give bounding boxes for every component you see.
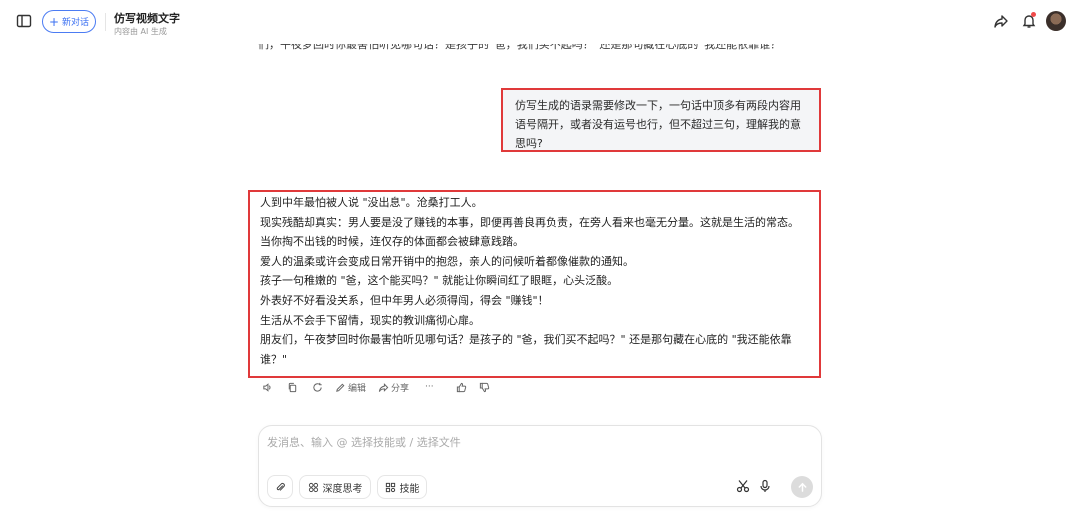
ai-response-line: 人到中年最怕被人说 "没出息"。沧桑打工人。 [260,196,483,209]
message-input[interactable] [267,436,787,449]
edit-icon [336,383,345,392]
chat-title: 仿写视频文字 [114,12,180,25]
notification-dot [1031,12,1036,17]
ai-response: 人到中年最怕被人说 "没出息"。沧桑打工人。 现实残酷却真实：男人要是没了赚钱的… [248,190,821,378]
thumbs-down-icon [479,382,489,392]
skills-button[interactable]: 技能 [377,475,427,499]
speaker-icon [263,382,271,392]
share-button[interactable]: 分享 [378,381,409,394]
edit-button[interactable]: 编辑 [335,381,366,394]
message-composer: 深度思考 技能 [258,425,822,507]
copy-button[interactable] [287,382,298,393]
ai-response-line: 谁？" [260,352,288,366]
read-aloud-button[interactable] [262,382,273,393]
header-divider [105,13,106,31]
ai-response-line: 爱人的温柔或许会变成日常开销中的抱怨，亲人的问候听着都像催款的通知。 [260,254,634,268]
refresh-icon [313,382,322,392]
attach-button[interactable] [267,475,293,499]
skills-label: 技能 [399,483,420,495]
atom-icon [308,482,318,492]
ai-response-line: 生活从不会手下留情，现实的教训痛彻心扉。 [260,313,480,327]
more-label: ··· [425,382,434,392]
top-bar: + 新对话 仿写视频文字 内容由 AI 生成 [0,0,1080,44]
share-label: 分享 [391,383,410,394]
chat-subtitle: 内容由 AI 生成 [114,27,167,36]
plus-icon: + [48,14,60,29]
send-button[interactable] [791,476,813,498]
like-button[interactable] [456,382,467,393]
ai-response-line: 朋友们，午夜梦回时你最害怕听见哪句话？是孩子的 "爸，我们买不起吗？" 还是那句… [260,333,792,347]
arrow-up-icon [798,482,806,492]
scissors-icon[interactable] [736,479,750,493]
user-message-bubble: 仿写生成的语录需要修改一下，一句话中顶多有两段内容用语号隔开，或者没有运号也行，… [501,88,821,152]
new-chat-label: 新对话 [62,18,90,28]
dislike-button[interactable] [479,382,490,393]
grid-icon [385,482,395,492]
deep-think-button[interactable]: 深度思考 [299,475,371,499]
share-icon [378,382,389,392]
deep-think-label: 深度思考 [322,483,363,495]
edit-label: 编辑 [348,383,367,394]
more-button[interactable]: ··· [425,382,434,392]
avatar[interactable] [1046,11,1066,31]
sidebar-toggle-icon[interactable] [16,13,32,29]
copy-icon [288,382,297,392]
thumbs-up-icon [456,382,466,392]
share-icon[interactable] [993,13,1009,29]
ai-response-line: 当你掏不出钱的时候，连仅存的体面都会被肆意践踏。 [260,235,524,249]
new-chat-button[interactable]: + 新对话 [42,10,96,33]
ai-response-line: 现实残酷却真实：男人要是没了赚钱的本事，即便再善良再负责，在旁人看来也毫无分量。… [260,215,799,229]
message-actions: 编辑 分享 ··· [262,380,490,394]
ai-response-line: 外表好不好看没关系，但中年男人必须得闯，得会 "赚钱"！ [260,293,549,307]
paperclip-icon [276,482,285,491]
microphone-icon[interactable] [758,479,772,493]
regenerate-button[interactable] [312,382,323,393]
ai-response-line: 孩子一句稚嫩的 "爸，这个能买吗？" 就能让你瞬间红了眼眶，心头泛酸。 [260,274,619,288]
